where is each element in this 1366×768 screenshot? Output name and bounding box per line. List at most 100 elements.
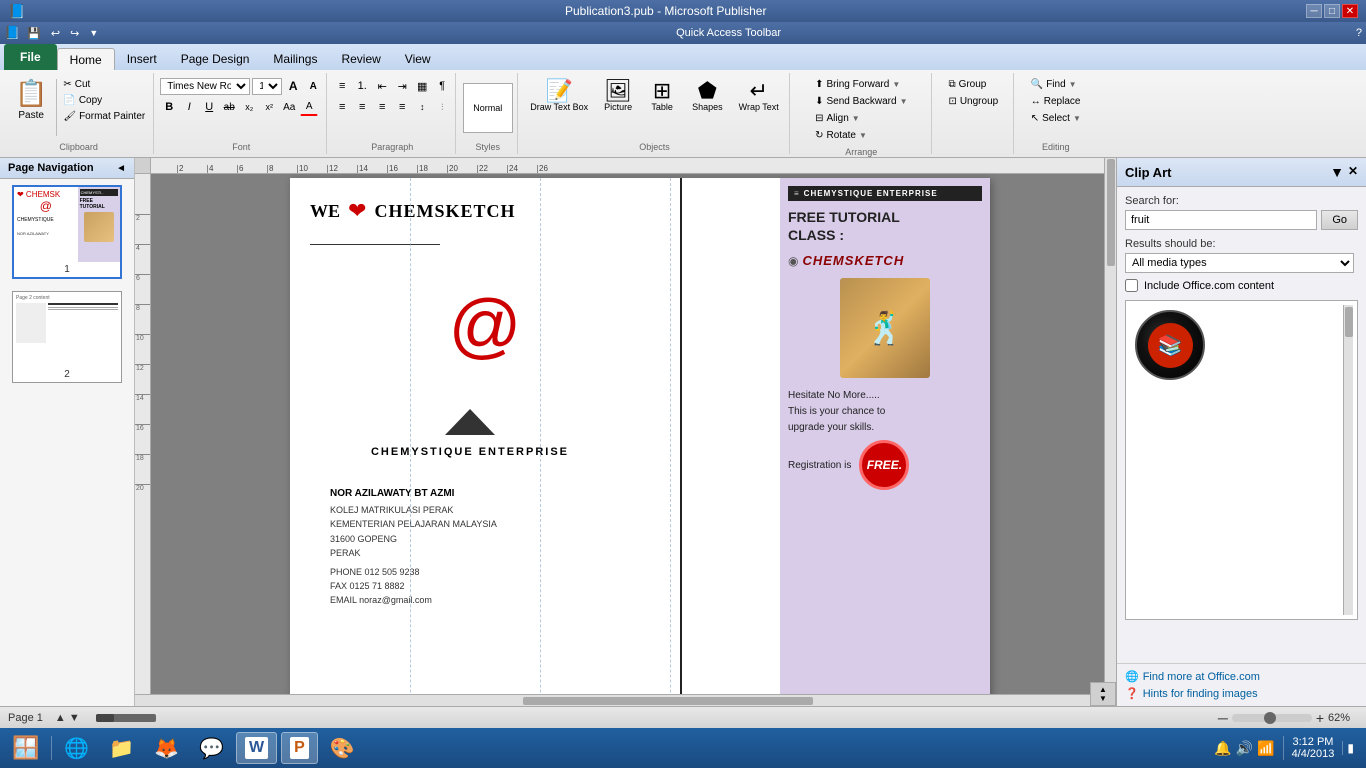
hints-link[interactable]: ❓ Hints for finding images <box>1125 687 1358 700</box>
explorer-taskbar-btn[interactable]: 📁 <box>101 732 142 764</box>
group-button[interactable]: ⧉ Group <box>944 77 990 92</box>
para-spacing-btn[interactable]: ⫶ <box>433 98 451 116</box>
align-right-btn[interactable]: ≡ <box>373 98 391 116</box>
cut-button[interactable]: ✂ Cut <box>59 77 149 92</box>
subscript-btn[interactable]: x₂ <box>240 98 258 116</box>
justify-btn[interactable]: ≡ <box>393 98 411 116</box>
font-name-select[interactable]: Times New Roman <box>160 78 250 95</box>
zoom-plus-btn[interactable]: + <box>1316 710 1324 726</box>
redo-quick-btn[interactable]: ↪ <box>67 26 82 41</box>
tray-icon-2[interactable]: 🔊 <box>1236 740 1253 757</box>
clip-item-1[interactable]: 📚 <box>1130 305 1210 385</box>
v-ruler-mark: 16 <box>135 424 150 454</box>
scroll-down-btn[interactable]: ▼ <box>1099 694 1107 703</box>
select-button[interactable]: ↖ Select ▼ <box>1027 111 1085 126</box>
minimize-button[interactable]: ─ <box>1306 4 1322 18</box>
align-center-btn[interactable]: ≡ <box>353 98 371 116</box>
save-quick-btn[interactable]: 💾 <box>24 26 44 41</box>
send-backward-button[interactable]: ⬇ Send Backward ▼ <box>811 94 911 109</box>
ie-taskbar-btn[interactable]: 🌐 <box>56 732 97 764</box>
para-marks-btn[interactable]: ¶ <box>433 77 451 95</box>
font-size-select[interactable]: 12 <box>252 78 282 95</box>
zoom-minus-btn[interactable]: ─ <box>1218 710 1228 726</box>
table-button[interactable]: ⊞ Table <box>642 77 682 115</box>
tab-insert[interactable]: Insert <box>115 48 169 70</box>
clip-vscroll-thumb[interactable] <box>1345 307 1353 337</box>
tray-icon-3[interactable]: 📶 <box>1257 740 1274 757</box>
vertical-scrollbar[interactable] <box>1104 158 1116 694</box>
underline-btn[interactable]: U <box>200 98 218 116</box>
page-thumb-2[interactable]: Page 2 content 2 <box>12 291 122 383</box>
find-more-link[interactable]: 🌐 Find more at Office.com <box>1125 670 1358 683</box>
decrease-font-btn[interactable]: A <box>304 77 322 95</box>
bring-forward-button[interactable]: ⬆ Bring Forward ▼ <box>811 77 904 92</box>
copy-button[interactable]: 📄 Copy <box>59 93 149 108</box>
firefox-taskbar-btn[interactable]: 🦊 <box>146 732 187 764</box>
align-left-btn[interactable]: ≡ <box>333 98 351 116</box>
page-nav-arrows[interactable]: ▲ ▼ <box>55 712 80 724</box>
font-case-btn[interactable]: Aa <box>280 98 298 116</box>
shapes-button[interactable]: ⬟ Shapes <box>686 77 729 115</box>
help-icon[interactable]: ? <box>1356 27 1362 39</box>
paste-button[interactable]: 📋 <box>8 77 54 110</box>
h-scroll-thumb[interactable] <box>523 697 814 705</box>
tab-review[interactable]: Review <box>329 48 392 70</box>
document-canvas[interactable]: WE ❤ CHEMSKETCH @ CHEMYSTIQUE ENTERPR <box>290 178 990 706</box>
v-scroll-thumb[interactable] <box>1107 159 1115 266</box>
clip-results-vscroll[interactable] <box>1343 305 1353 615</box>
wrap-text-button[interactable]: ↵ Wrap Text <box>733 77 785 115</box>
nav-collapse-btn[interactable]: ◄ <box>116 163 126 174</box>
bold-btn[interactable]: B <box>160 98 178 116</box>
superscript-btn[interactable]: x² <box>260 98 278 116</box>
undo-quick-btn[interactable]: ↩ <box>48 26 63 41</box>
increase-indent-btn[interactable]: ⇥ <box>393 77 411 95</box>
clip-art-pin-btn[interactable]: ▼ <box>1330 164 1344 180</box>
go-button[interactable]: Go <box>1321 210 1358 230</box>
skype-taskbar-btn[interactable]: 💬 <box>191 732 232 764</box>
tab-mailings[interactable]: Mailings <box>261 48 329 70</box>
picture-button[interactable]: 🖼 Picture <box>598 77 638 115</box>
paint-taskbar-btn[interactable]: 🎨 <box>322 732 363 764</box>
qa-dropdown[interactable]: ▼ <box>86 27 101 39</box>
tray-icon-1[interactable]: 🔔 <box>1214 740 1231 757</box>
decrease-indent-btn[interactable]: ⇤ <box>373 77 391 95</box>
find-button[interactable]: 🔍 Find ▼ <box>1027 77 1081 92</box>
tab-page-design[interactable]: Page Design <box>169 48 262 70</box>
styles-gallery[interactable]: Normal <box>463 83 513 133</box>
tab-home[interactable]: Home <box>57 48 115 70</box>
italic-btn[interactable]: I <box>180 98 198 116</box>
close-button[interactable]: ✕ <box>1342 4 1358 18</box>
increase-font-btn[interactable]: A <box>284 77 302 95</box>
ungroup-button[interactable]: ⊡ Ungroup <box>944 94 1002 109</box>
include-office-checkbox[interactable] <box>1125 279 1138 292</box>
scroll-up-btn[interactable]: ▲ <box>1099 685 1107 694</box>
show-desktop-btn[interactable]: ▮ <box>1342 741 1354 755</box>
tab-view[interactable]: View <box>393 48 443 70</box>
horizontal-scrollbar[interactable] <box>135 694 1104 706</box>
bullets-btn[interactable]: ≡ <box>333 77 351 95</box>
font-color-btn[interactable]: A <box>300 98 318 116</box>
start-button[interactable]: 🪟 <box>4 732 47 764</box>
strikethrough-btn[interactable]: ab <box>220 98 238 116</box>
format-painter-button[interactable]: 🖌 Format Painter <box>59 109 149 124</box>
maximize-button[interactable]: □ <box>1324 4 1340 18</box>
page-thumb-1[interactable]: ❤ CHEMSK @ CHEMYSTIQUE NOR AZILAWATY CHE… <box>12 185 122 279</box>
search-input[interactable] <box>1125 210 1317 230</box>
line-spacing-btn[interactable]: ↕ <box>413 98 431 116</box>
columns-btn[interactable]: ▦ <box>413 77 431 95</box>
replace-button[interactable]: ↔ Replace <box>1027 94 1085 109</box>
numbering-btn[interactable]: 1. <box>353 77 371 95</box>
tab-file[interactable]: File <box>4 44 57 70</box>
clock[interactable]: 3:12 PM 4/4/2013 <box>1292 736 1335 760</box>
align-button[interactable]: ⊟ Align ▼ <box>811 111 864 126</box>
clip-art-close-btn[interactable]: ✕ <box>1348 164 1358 180</box>
zoom-thumb[interactable] <box>1264 712 1276 724</box>
rotate-button[interactable]: ↻ Rotate ▼ <box>811 128 871 143</box>
draw-text-box-button[interactable]: 📝 Draw Text Box <box>524 77 594 115</box>
zoom-slider[interactable] <box>1232 714 1312 722</box>
publisher-taskbar-btn[interactable]: P <box>281 732 318 764</box>
clip-results[interactable]: 📚 <box>1125 300 1358 620</box>
progress-indicator <box>96 714 156 722</box>
word-taskbar-btn[interactable]: W <box>236 732 277 764</box>
results-type-select[interactable]: All media types <box>1125 253 1354 273</box>
